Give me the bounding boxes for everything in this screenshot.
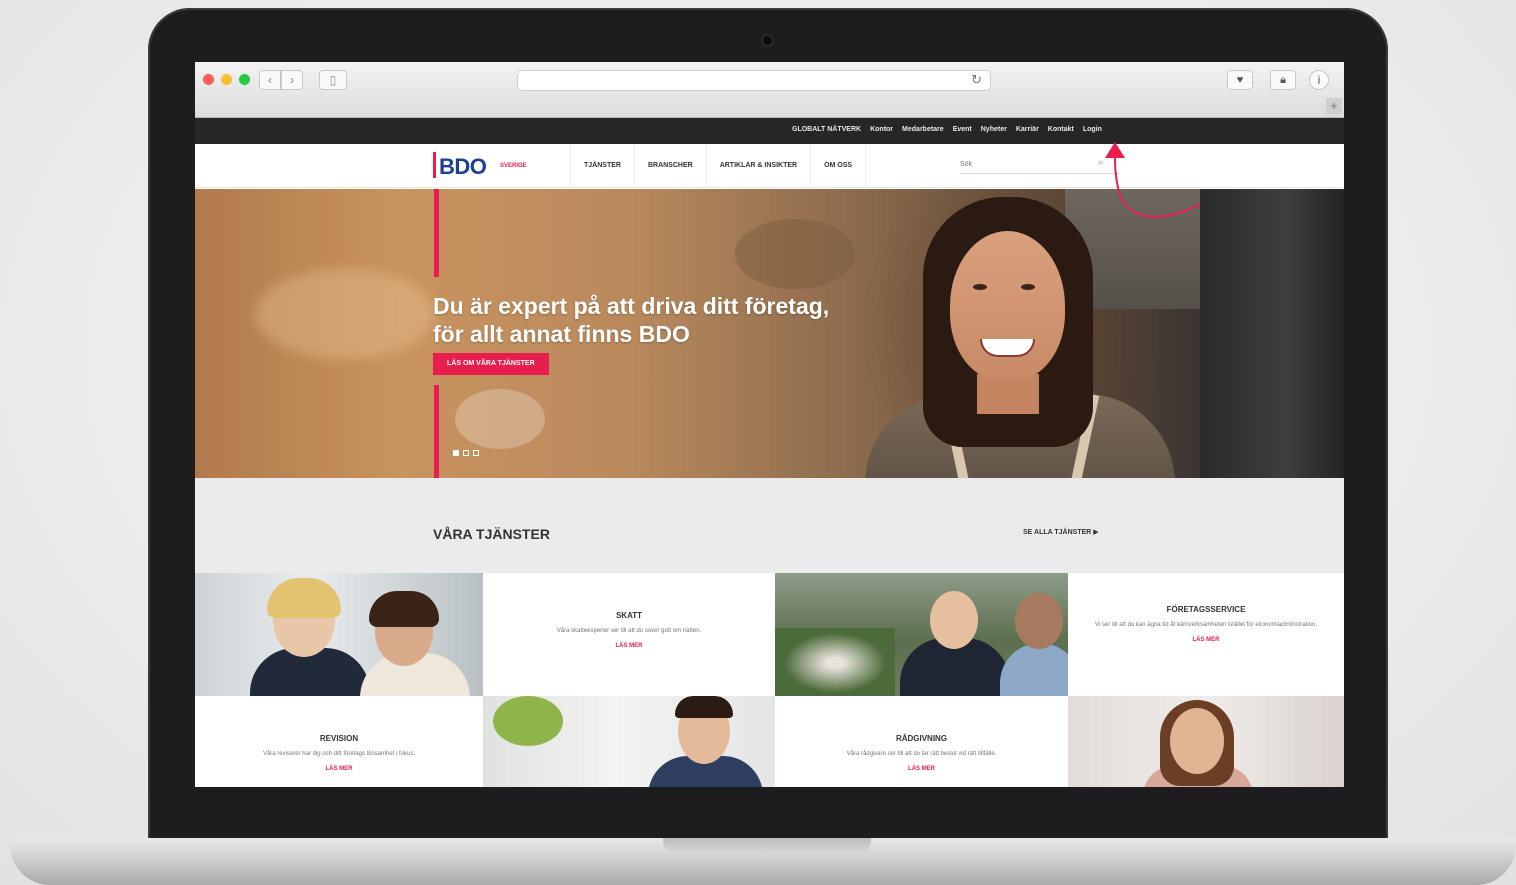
tile-desc: Våra rådgivare ser till att du tar rätt …: [846, 751, 997, 757]
top-links: GLOBALT NÄTVERK Kontor Medarbetare Event…: [792, 126, 1102, 133]
tile-read-more-link[interactable]: LÄS MER: [775, 766, 1068, 772]
tile-desc: Vi ser till att du kan ägna tid åt kärnv…: [1095, 622, 1317, 628]
new-tab-button[interactable]: +: [1326, 98, 1342, 114]
tile-desc: Våra revisorer har dig och ditt företags…: [262, 751, 416, 757]
top-link-globalt-natverk[interactable]: GLOBALT NÄTVERK: [792, 126, 861, 133]
hero-bokeh: [255, 269, 435, 359]
tile-read-more-link[interactable]: LÄS MER: [483, 643, 775, 649]
screen: ‹ › ▯ ↻ ♥ 🔒︎ i + GLOBALT NÄTVERK Kontor …: [195, 62, 1344, 787]
hero-bokeh: [455, 389, 545, 449]
service-tile-radgivning[interactable]: RÅDGIVNING Våra rådgivare ser till att d…: [775, 696, 1068, 787]
photo-revision-women: [195, 573, 483, 696]
close-window-button[interactable]: [203, 74, 214, 85]
tile-read-more-link[interactable]: LÄS MER: [1068, 637, 1344, 643]
hero-heading: Du är expert på att driva ditt företag, …: [433, 292, 893, 348]
top-link-login[interactable]: Login: [1083, 126, 1102, 133]
pocket-icon: ♥: [1236, 74, 1244, 86]
see-all-services-link[interactable]: SE ALLA TJÄNSTER ▶: [1023, 528, 1099, 536]
top-link-medarbetare[interactable]: Medarbetare: [902, 126, 944, 133]
info-button[interactable]: i: [1309, 70, 1329, 90]
service-tile-revision[interactable]: REVISION Våra revisorer har dig och ditt…: [195, 696, 483, 787]
top-link-kontakt[interactable]: Kontakt: [1048, 126, 1074, 133]
hero-accent-line: [434, 189, 439, 277]
hero-bokeh: [735, 219, 855, 289]
chevron-left-icon: ‹: [268, 73, 272, 87]
hero-door: [1200, 189, 1344, 478]
tile-title: REVISION: [319, 734, 359, 743]
logo-bar: [433, 152, 436, 178]
minimize-window-button[interactable]: [221, 74, 232, 85]
forward-button[interactable]: ›: [281, 70, 303, 90]
nav-items: TJÄNSTER BRANSCHER ARTIKLAR & INSIKTER O…: [570, 144, 867, 188]
service-tile-skatt[interactable]: SKATT Våra skatteexperter ser till att d…: [483, 573, 775, 696]
nav-item-tjanster[interactable]: TJÄNSTER: [570, 144, 634, 188]
top-link-nyheter[interactable]: Nyheter: [981, 126, 1007, 133]
hero-heading-line1: Du är expert på att driva ditt företag,: [433, 293, 830, 319]
slide-dot[interactable]: [463, 450, 469, 456]
extension-button[interactable]: 🔒︎: [1270, 70, 1296, 90]
hero-woman-eye: [973, 284, 987, 290]
sidebar-icon: ▯: [329, 73, 337, 87]
services-title: VÅRA TJÄNSTER: [433, 526, 550, 542]
address-bar[interactable]: ↻: [517, 70, 991, 91]
hero-woman-face: [950, 231, 1065, 381]
zoom-window-button[interactable]: [239, 74, 250, 85]
nav-item-artiklar-insikter[interactable]: ARTIKLAR & INSIKTER: [705, 144, 810, 188]
slide-dot[interactable]: [453, 450, 459, 456]
top-link-event[interactable]: Event: [953, 126, 972, 133]
reload-icon[interactable]: ↻: [971, 72, 982, 88]
photo-young-man: [483, 696, 775, 787]
chevron-right-icon: ›: [290, 73, 294, 87]
back-button[interactable]: ‹: [259, 70, 281, 90]
browser-toolbar: ‹ › ▯ ↻ ♥ 🔒︎ i +: [195, 62, 1344, 118]
nav-item-branscher[interactable]: BRANSCHER: [633, 144, 706, 188]
service-tile-foretagsservice[interactable]: FÖRETAGSSERVICE Vi ser till att du kan ä…: [1068, 573, 1344, 696]
tile-desc: Våra skatteexperter ser till att du sove…: [556, 628, 702, 634]
lock-icon: 🔒︎: [1280, 74, 1286, 86]
login-annotation-arrow: [1105, 142, 1201, 218]
laptop-notch: [663, 838, 871, 854]
tile-read-more-link[interactable]: LÄS MER: [195, 766, 483, 772]
see-all-label: SE ALLA TJÄNSTER: [1023, 529, 1092, 536]
pocket-button[interactable]: ♥: [1227, 70, 1253, 90]
bdo-logo[interactable]: BDO: [433, 152, 487, 179]
logo-sub: SVERIGE: [500, 163, 527, 169]
tile-title: FÖRETAGSSERVICE: [1166, 605, 1246, 614]
sidebar-toggle-button[interactable]: ▯: [319, 70, 347, 90]
photo-woman-smiling: [1068, 696, 1344, 787]
slide-indicators: [453, 450, 479, 456]
logo-text: BDO: [439, 154, 487, 179]
tile-title: RÅDGIVNING: [895, 734, 948, 743]
camera: [763, 36, 772, 45]
info-icon: i: [1317, 73, 1321, 87]
tile-title: SKATT: [615, 611, 643, 620]
plus-icon: +: [1330, 98, 1338, 113]
hero-woman-eye: [1021, 284, 1035, 290]
play-right-icon: ▶: [1093, 529, 1099, 536]
top-link-kontor[interactable]: Kontor: [870, 126, 893, 133]
nav-item-om-oss[interactable]: OM OSS: [810, 144, 867, 188]
hero-cta-button[interactable]: LÄS OM VÅRA TJÄNSTER: [433, 353, 549, 375]
photo-businessmen: [775, 573, 1068, 696]
top-link-karriar[interactable]: Karriär: [1016, 126, 1039, 133]
hero-heading-line2: för allt annat finns BDO: [433, 321, 690, 347]
hero-accent-line: [434, 385, 439, 478]
slide-dot[interactable]: [473, 450, 479, 456]
